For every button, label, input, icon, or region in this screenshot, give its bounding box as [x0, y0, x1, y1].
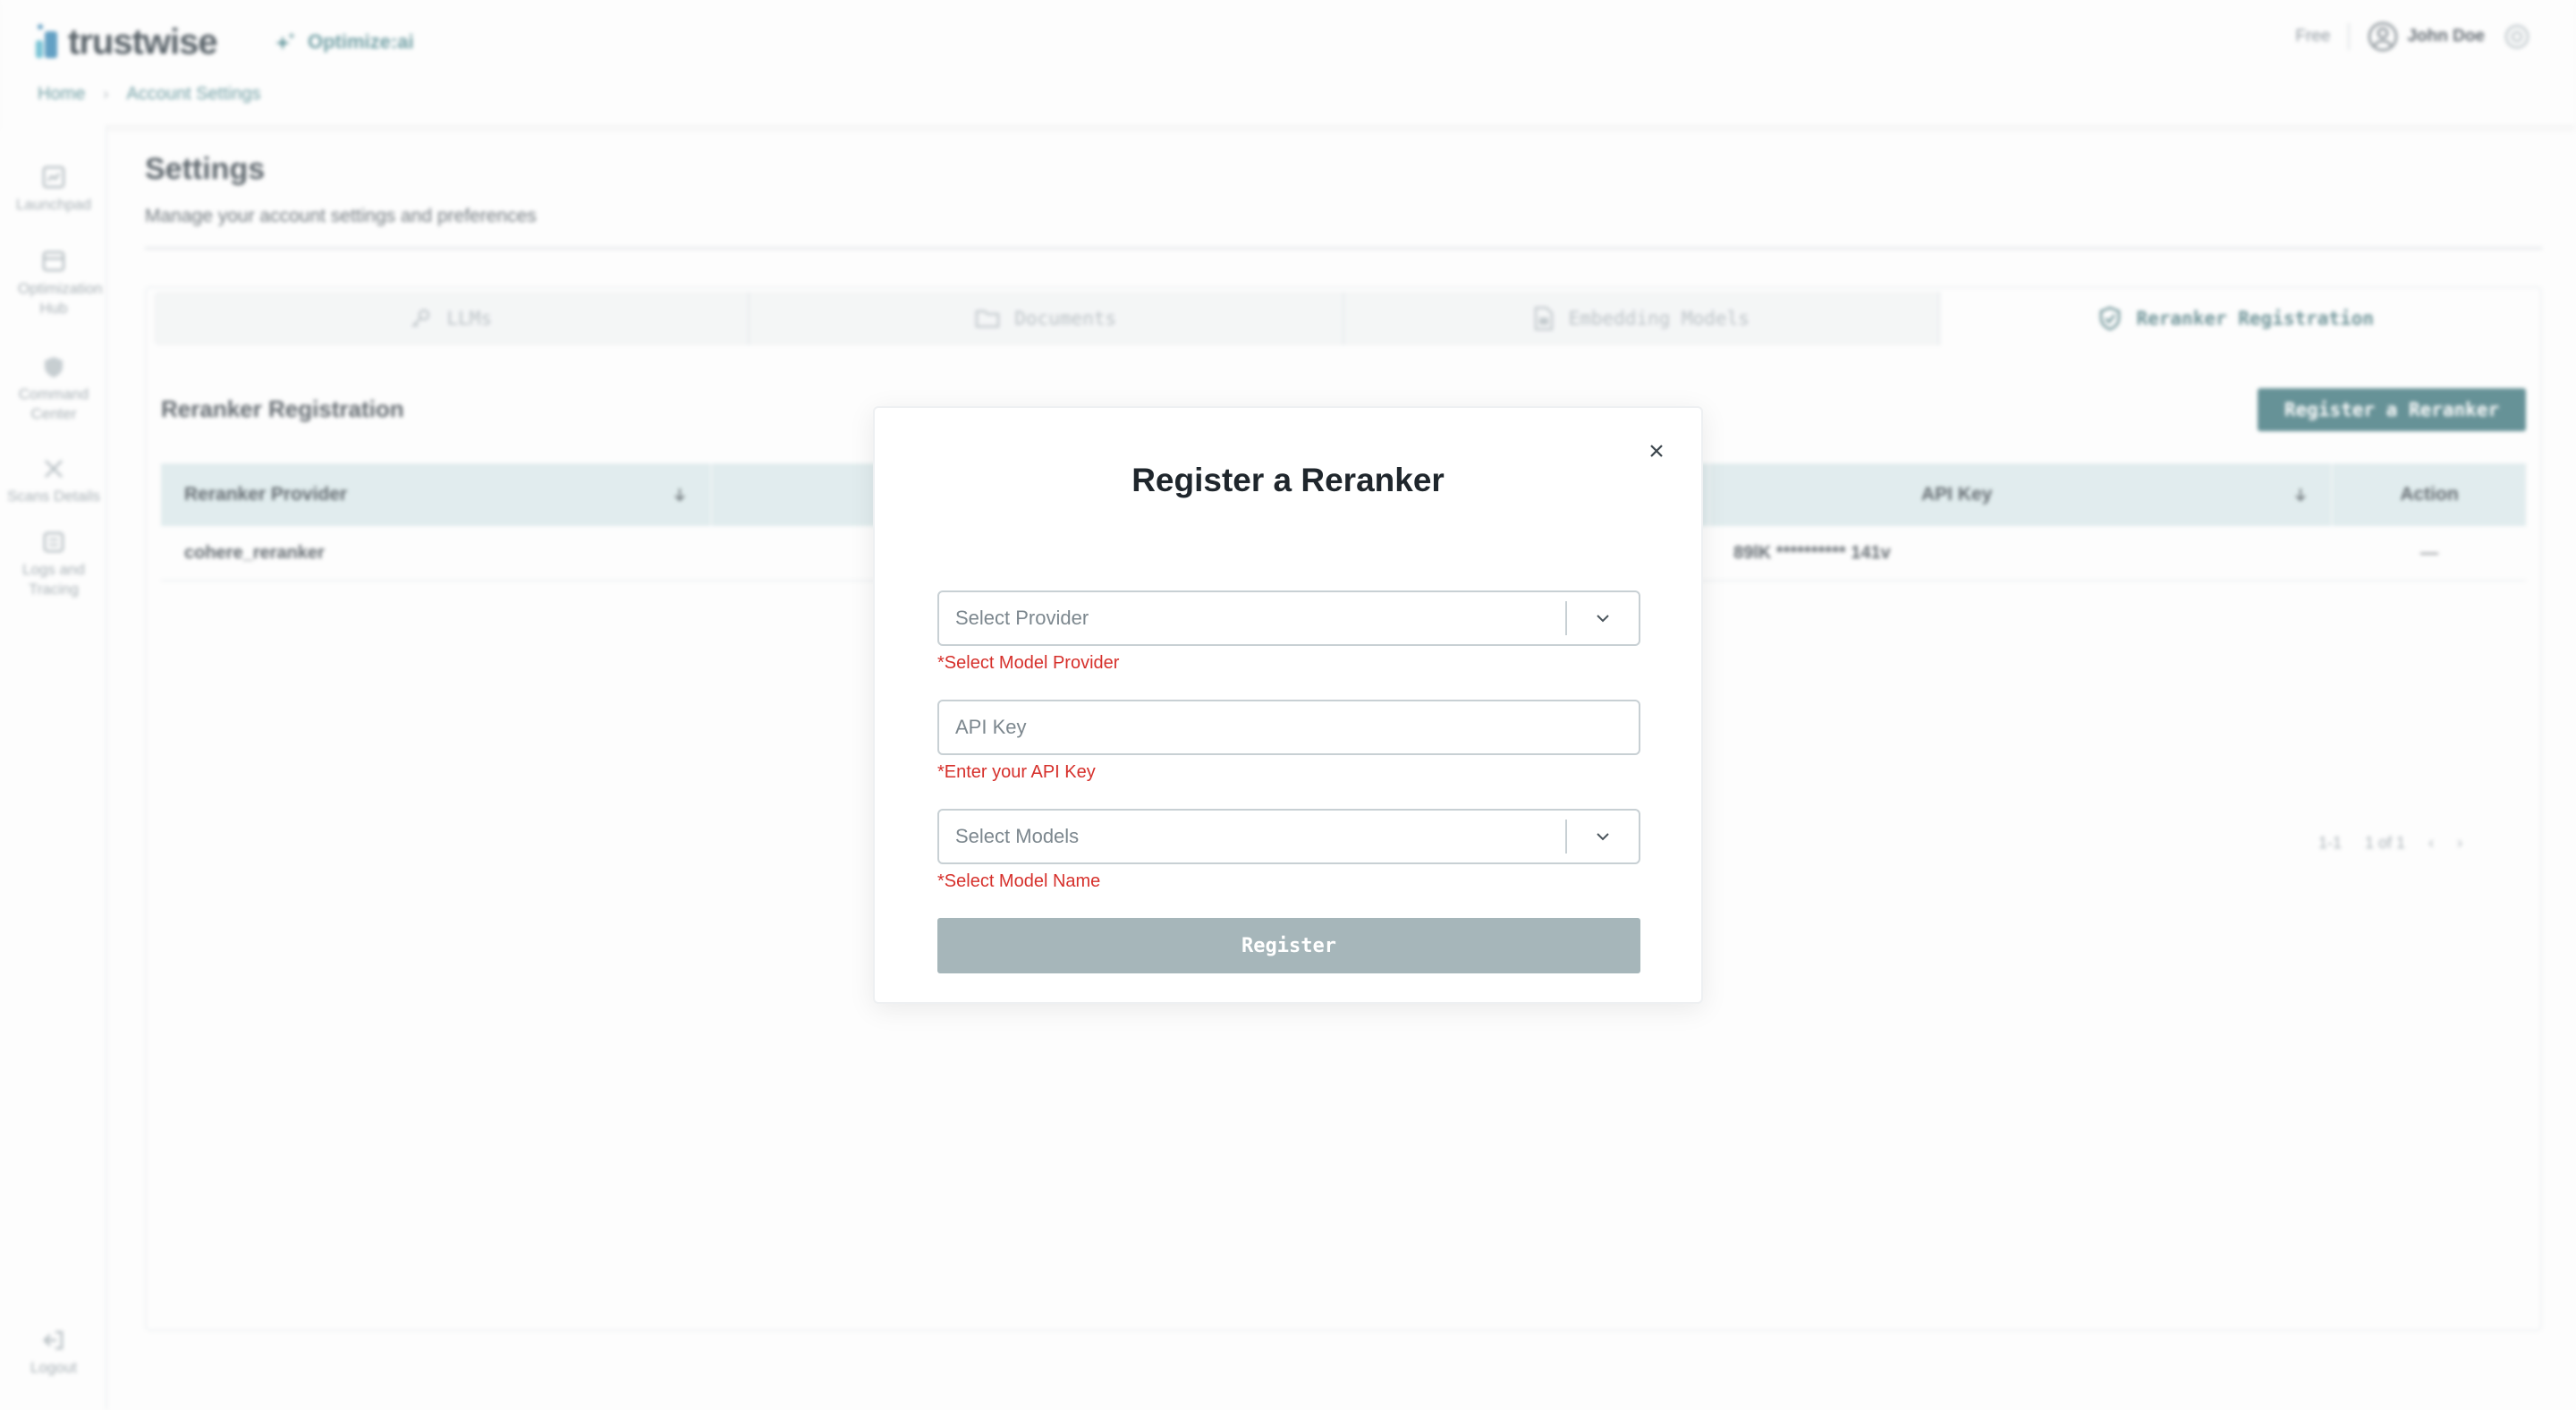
api-key-field[interactable] — [937, 700, 1640, 755]
register-reranker-modal: Register a Reranker Select Provider *Sel… — [873, 406, 1703, 1004]
provider-error: *Select Model Provider — [937, 653, 1120, 673]
close-button[interactable] — [1644, 438, 1669, 463]
chevron-down-icon[interactable] — [1567, 592, 1639, 644]
close-icon — [1650, 445, 1663, 457]
api-key-error: *Enter your API Key — [937, 762, 1096, 782]
modal-title: Register a Reranker — [1131, 462, 1445, 498]
provider-select-placeholder: Select Provider — [955, 607, 1089, 629]
provider-select[interactable]: Select Provider — [937, 590, 1640, 646]
models-error: *Select Model Name — [937, 871, 1101, 891]
register-button[interactable]: Register — [937, 918, 1640, 973]
models-select-placeholder: Select Models — [955, 825, 1080, 847]
chevron-down-icon[interactable] — [1567, 811, 1639, 862]
models-select[interactable]: Select Models — [937, 809, 1640, 864]
api-key-input[interactable] — [939, 701, 1639, 753]
